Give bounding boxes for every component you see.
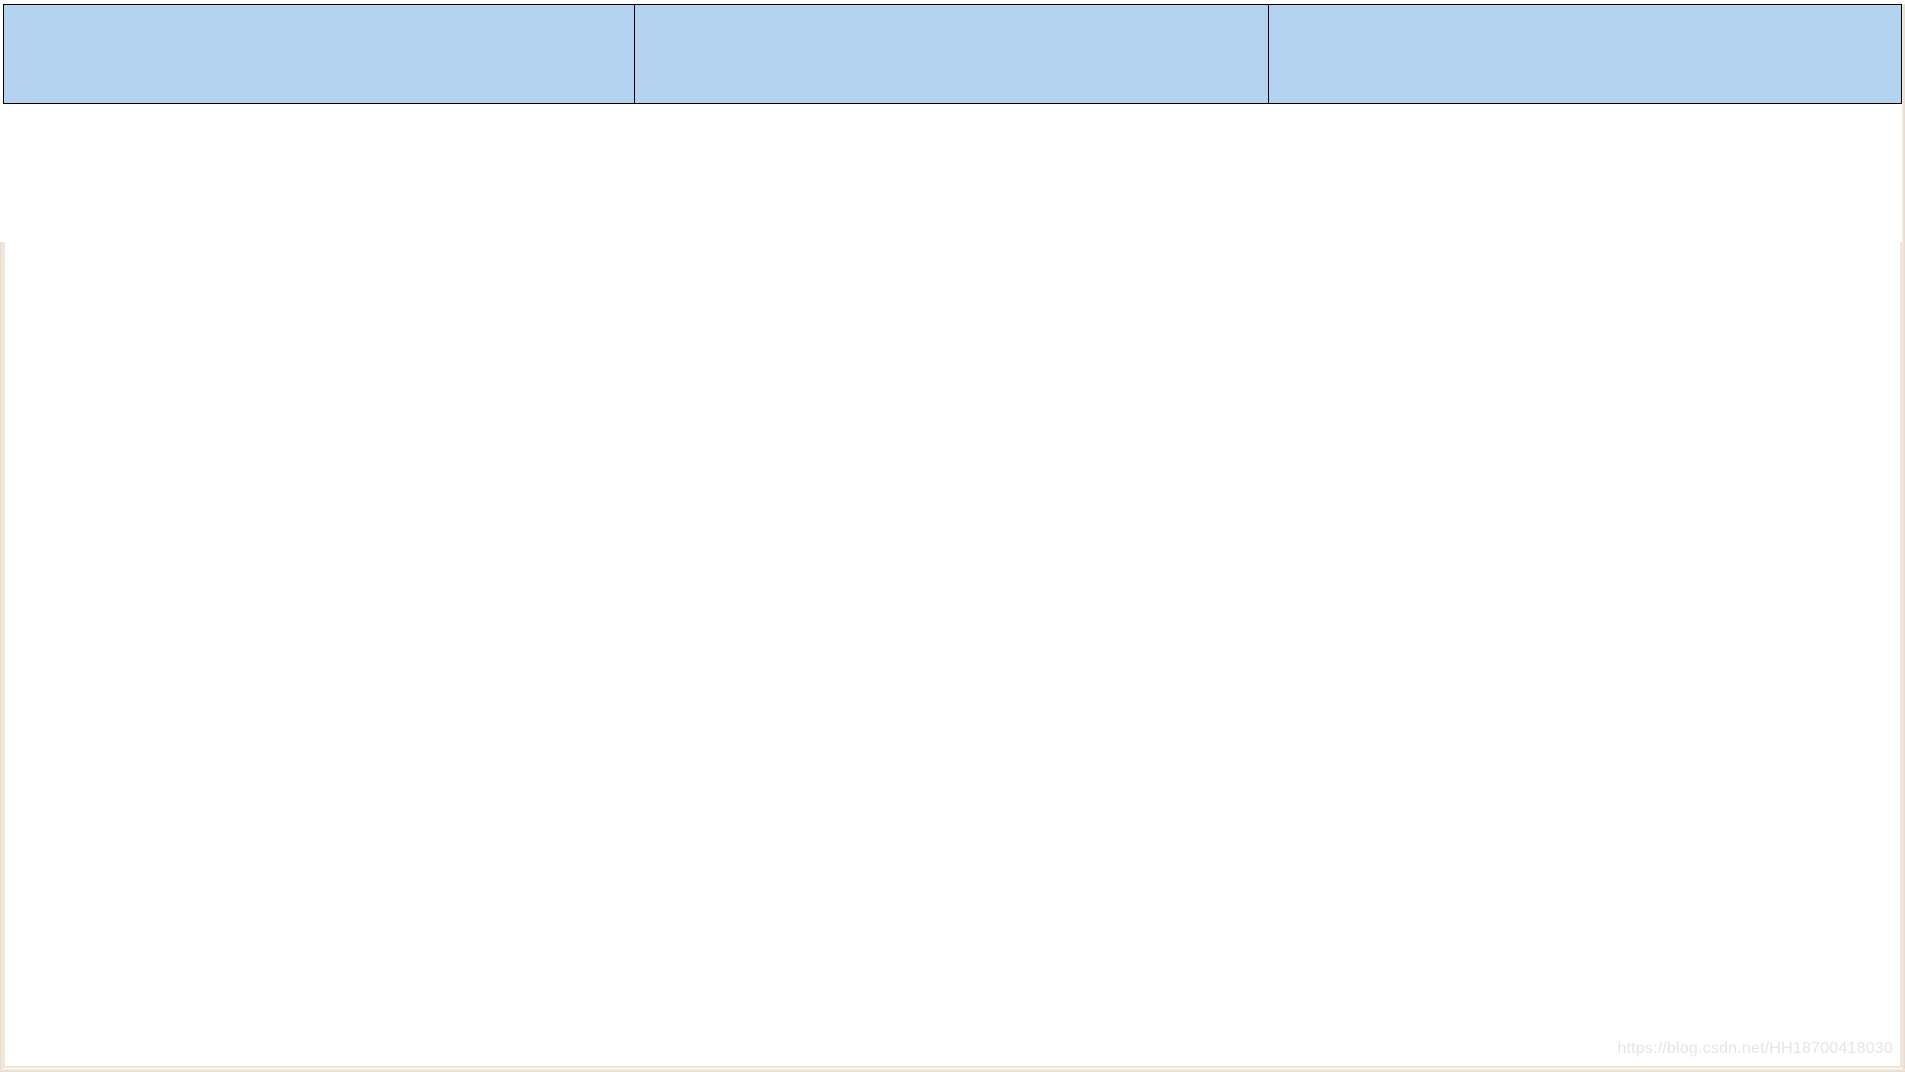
page-border-left [0, 242, 3, 1072]
content-area-top [3, 104, 1902, 242]
page-container: https://blog.csdn.net/HH18700418030 [0, 0, 1905, 1072]
table-header-row [3, 4, 1902, 104]
content-area-bottom [3, 242, 1902, 1068]
table-header-cell-3 [1269, 4, 1902, 104]
table-header-cell-2 [635, 4, 1269, 104]
table-header-cell-1 [3, 4, 635, 104]
